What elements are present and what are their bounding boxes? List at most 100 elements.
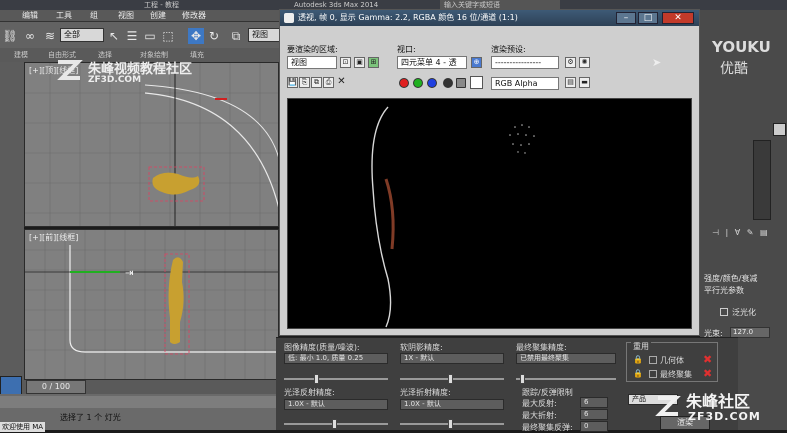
clone-window-icon[interactable]: ⧉ (311, 77, 322, 88)
overshoot-checkbox[interactable] (720, 308, 728, 316)
menu-create[interactable]: 创建 (150, 10, 166, 22)
area-label: 要渲染的区域: (287, 45, 338, 54)
lock-icon[interactable]: 🔒 (633, 369, 643, 378)
image-precision-value[interactable]: 低: 最小 1.0, 质量 0.25 (284, 353, 388, 364)
main-toolbar: ⛓ ∞ ≋ 全部 ↖ ☰ ▭ ⬚ ✥ ↻ ⧉ 视图 (0, 22, 290, 48)
image-precision-slider[interactable] (284, 374, 388, 384)
zf3d-logo-icon (655, 396, 681, 416)
menu-group[interactable]: 组 (90, 10, 98, 22)
channel-select[interactable]: RGB Alpha (491, 77, 559, 90)
rendered-image (287, 98, 692, 329)
save-image-icon[interactable]: 💾 (287, 77, 298, 88)
tab-modeling[interactable]: 建模 (14, 50, 28, 60)
select-object-icon[interactable]: ↖ (106, 28, 122, 44)
final-gather-checkbox[interactable] (649, 370, 657, 378)
scale-icon[interactable]: ⧉ (228, 28, 244, 44)
lock-viewport-icon[interactable]: ⊕ (471, 57, 482, 68)
geometry-label: 几何体 (660, 356, 684, 365)
fg-bounce-value[interactable]: 0 (580, 421, 608, 432)
toggle-ui-icon[interactable]: ▤ (565, 77, 576, 88)
lock-icon[interactable]: 🔒 (633, 355, 643, 364)
unlink-icon[interactable]: ∞ (22, 28, 38, 44)
clear-geometry-icon[interactable]: ✖ (703, 353, 712, 366)
final-gather-value[interactable]: 已禁用最终聚集 (516, 353, 616, 364)
area-select[interactable]: 视图 (287, 56, 337, 69)
clear-fg-icon[interactable]: ✖ (703, 367, 712, 380)
glossy-reflect-value[interactable]: 1.0X - 默认 (284, 399, 388, 410)
stack-tools-icons[interactable]: ⊣ | ∀ ✎ ▤ (712, 228, 770, 237)
clear-icon[interactable]: ✕ (336, 77, 347, 88)
viewport-select[interactable]: 四元菜单 4 - 透 (397, 56, 467, 69)
glossy-reflect-slider[interactable] (284, 419, 388, 429)
reuse-group: 重用 🔒 几何体 ✖ 🔒 最终聚集 ✖ (626, 341, 718, 382)
background-color-swatch[interactable] (470, 76, 483, 89)
select-by-name-icon[interactable]: ☰ (124, 28, 140, 44)
frame-indicator[interactable]: 0 / 100 (26, 380, 86, 394)
link-icon[interactable]: ⛓ (2, 28, 18, 44)
menu-modifiers[interactable]: 修改器 (182, 10, 206, 22)
glossy-refract-value[interactable]: 1.0X - 默认 (400, 399, 504, 410)
print-icon[interactable]: ⎙ (323, 77, 334, 88)
glossy-refract-slider[interactable] (400, 419, 504, 429)
rotate-icon[interactable]: ↻ (206, 28, 222, 44)
directional-params-label[interactable]: 平行光参数 (704, 285, 744, 296)
menu-views[interactable]: 视图 (118, 10, 134, 22)
zf3d-logo-icon (57, 60, 83, 80)
bind-icon[interactable]: ≋ (42, 28, 58, 44)
maximize-button[interactable]: □ (638, 12, 658, 24)
youku-cn-logo: 优酷 (720, 61, 748, 77)
modifier-list[interactable] (753, 140, 771, 220)
reuse-label: 重用 (631, 341, 651, 352)
soft-shadow-value[interactable]: 1X - 默认 (400, 353, 504, 364)
dialog-title: 透视, 帧 0, 显示 Gamma: 2.2, RGBA 颜色 16 位/通道 … (280, 10, 699, 26)
preset-label: 渲染预设: (491, 45, 526, 54)
selection-filter-select[interactable]: 全部 (60, 28, 104, 42)
viewport-label[interactable]: [+][前][线框] (29, 232, 78, 243)
front-viewport[interactable]: [+][前][线框] ⇥ (24, 229, 279, 380)
lock-region-icon[interactable]: ⊞ (368, 57, 379, 68)
slider-knob[interactable] (448, 419, 453, 429)
slider-knob[interactable] (314, 374, 319, 384)
menu-tools[interactable]: 工具 (56, 10, 72, 22)
color-swatch[interactable] (773, 123, 786, 136)
max-refract-value[interactable]: 6 (580, 409, 608, 420)
render-setup-icon[interactable]: ⚙ (565, 57, 576, 68)
blue-channel-toggle[interactable] (427, 78, 437, 88)
image-precision-label: 图像精度(质量/噪波): (284, 343, 360, 352)
alpha-channel-toggle[interactable] (443, 78, 453, 88)
edit-region-icon[interactable]: ⊡ (340, 57, 351, 68)
red-channel-toggle[interactable] (399, 78, 409, 88)
menu-bar: 编辑 工具 组 视图 创建 修改器 (0, 10, 290, 22)
menu-edit[interactable]: 编辑 (22, 10, 38, 22)
environment-icon[interactable]: ✺ (579, 57, 590, 68)
rendered-frame-window: 透视, 帧 0, 显示 Gamma: 2.2, RGBA 颜色 16 位/通道 … (279, 9, 700, 336)
slider-knob[interactable] (332, 419, 337, 429)
copy-image-icon[interactable]: ⎘ (299, 77, 310, 88)
max-reflect-value[interactable]: 6 (580, 397, 608, 408)
intensity-color-label[interactable]: 强度/颜色/衰减 (704, 273, 757, 284)
auto-region-icon[interactable]: ▣ (354, 57, 365, 68)
zf3d-watermark: 朱峰视频教程社区 ZF3D.COM (54, 56, 204, 88)
minimize-button[interactable]: – (616, 12, 636, 24)
display-toggle-icon[interactable]: ▬ (579, 77, 590, 88)
viewport-label: 视口: (397, 45, 416, 54)
geometry-checkbox[interactable] (649, 356, 657, 364)
preset-select[interactable]: ---------------- (491, 56, 559, 69)
soft-shadow-slider[interactable] (400, 374, 504, 384)
zf3d-corner-watermark: 朱峰社区 ZF3D.COM (652, 388, 787, 428)
green-channel-toggle[interactable] (413, 78, 423, 88)
monochrome-toggle[interactable] (456, 78, 466, 88)
trace-bounce-label: 跟踪/反弹限制 (522, 388, 573, 397)
window-crossing-icon[interactable]: ⬚ (160, 28, 176, 44)
status-bar: 选择了 1 个 灯光 欢迎使用 MA (0, 394, 276, 432)
track-bar[interactable] (0, 396, 276, 408)
close-button[interactable]: ✕ (662, 12, 694, 24)
move-icon[interactable]: ✥ (188, 28, 204, 44)
final-gather-slider[interactable] (516, 374, 616, 384)
soft-shadow-label: 软阴影精度: (400, 343, 443, 352)
slider-knob[interactable] (448, 374, 453, 384)
slider-knob[interactable] (520, 374, 525, 384)
project-tab[interactable]: 工程 - 教程 (140, 0, 260, 10)
time-slider[interactable]: 0 / 100 (0, 380, 276, 394)
rect-selection-icon[interactable]: ▭ (142, 28, 158, 44)
